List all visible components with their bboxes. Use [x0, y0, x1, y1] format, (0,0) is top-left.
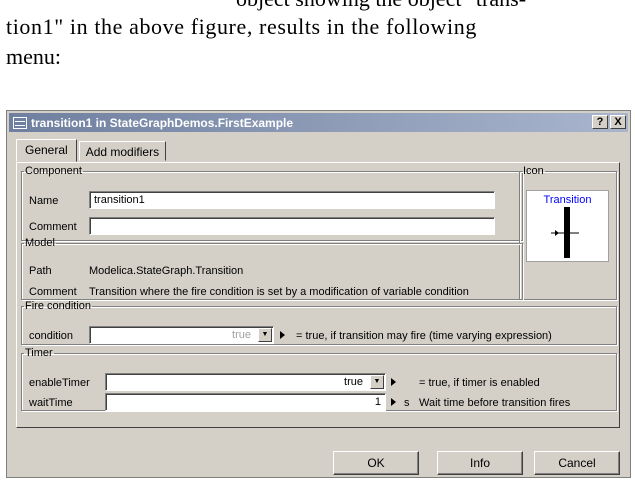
wait-time-value: 1	[374, 396, 381, 408]
icon-group: Icon Transition	[519, 165, 617, 300]
wait-time-description: Wait time before transition fires	[419, 397, 571, 409]
cancel-button[interactable]: Cancel	[534, 451, 620, 475]
condition-description: = true, if transition may fire (time var…	[296, 330, 552, 342]
tab-panel-general: Component Name transition1 Comment Icon …	[16, 162, 620, 428]
document-line-1-text: object showing the object "trans-	[236, 0, 526, 11]
enable-timer-label: enableTimer	[29, 377, 90, 389]
document-text: object showing the object "trans- tion1"…	[6, 0, 631, 72]
fire-condition-group: Fire condition condition true ▼ = true, …	[21, 300, 617, 345]
app-icon	[13, 116, 27, 129]
condition-label: condition	[29, 330, 74, 342]
condition-dropdown-button[interactable]: ▼	[258, 328, 272, 342]
enable-timer-dropdown-button[interactable]: ▼	[370, 375, 384, 389]
tab-add-modifiers[interactable]: Add modifiers	[78, 141, 167, 161]
condition-menu-arrow-icon[interactable]	[280, 331, 285, 339]
enable-timer-field[interactable]: true ▼	[105, 373, 386, 391]
wait-time-unit: s	[404, 397, 410, 409]
dialog-window: transition1 in StateGraphDemos.FirstExam…	[6, 110, 631, 478]
ok-button[interactable]: OK	[333, 451, 419, 475]
timer-legend: Timer	[25, 347, 53, 359]
help-button[interactable]: ?	[592, 115, 608, 129]
path-label: Path	[29, 265, 52, 277]
tab-general[interactable]: General	[16, 139, 77, 162]
document-line-1: object showing the object "trans-	[6, 0, 631, 14]
close-button[interactable]: X	[610, 115, 626, 129]
wait-time-menu-arrow-icon[interactable]	[391, 398, 396, 406]
enable-timer-value: true	[344, 376, 363, 388]
document-line-3: menu:	[6, 44, 61, 69]
model-comment-label: Comment	[29, 286, 77, 298]
tab-strip: General Add modifiers	[16, 139, 168, 163]
name-field[interactable]: transition1	[89, 191, 495, 209]
icon-preview: Transition	[526, 190, 609, 262]
info-button[interactable]: Info	[437, 451, 523, 475]
transition-symbol-icon	[551, 207, 579, 258]
comment-label: Comment	[29, 221, 77, 233]
document-line-2: tion1" in the above figure, results in t…	[6, 14, 477, 39]
component-legend: Component	[25, 165, 82, 177]
fire-condition-legend: Fire condition	[25, 300, 92, 312]
wait-time-field[interactable]: 1	[105, 393, 386, 411]
title-bar[interactable]: transition1 in StateGraphDemos.FirstExam…	[9, 113, 628, 132]
component-group: Component Name transition1 Comment	[21, 165, 523, 241]
timer-group: Timer enableTimer true ▼ = true, if time…	[21, 347, 617, 411]
model-legend: Model	[25, 237, 55, 249]
condition-value: true	[232, 329, 251, 341]
path-value: Modelica.StateGraph.Transition	[89, 265, 244, 277]
icon-legend: Icon	[523, 165, 544, 177]
window-title: transition1 in StateGraphDemos.FirstExam…	[31, 115, 294, 130]
name-label: Name	[29, 195, 59, 207]
condition-field[interactable]: true ▼	[89, 326, 274, 344]
enable-timer-description: = true, if timer is enabled	[419, 377, 540, 389]
model-comment-value: Transition where the fire condition is s…	[89, 286, 469, 298]
model-group: Model Path Modelica.StateGraph.Transitio…	[21, 237, 523, 300]
comment-field[interactable]	[89, 217, 495, 235]
enable-timer-menu-arrow-icon[interactable]	[391, 378, 396, 386]
wait-time-label: waitTime	[29, 397, 73, 409]
